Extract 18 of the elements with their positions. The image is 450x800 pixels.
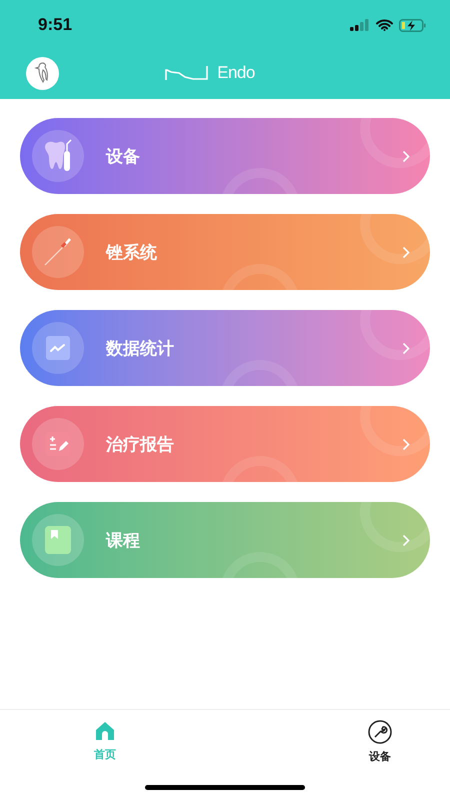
menu-card[interactable]: 设备 (20, 118, 430, 194)
avatar[interactable] (26, 56, 59, 90)
wifi-icon (376, 19, 393, 31)
wrench-circle-icon (368, 720, 392, 744)
menu-card[interactable]: 数据统计 (20, 310, 430, 386)
battery-charging-icon (399, 18, 426, 32)
menu-card[interactable]: 锉系统 (20, 214, 430, 290)
bookmark-book-icon (45, 526, 71, 554)
signal-icon (350, 19, 370, 31)
tab-bar-item[interactable]: 设备 (362, 710, 398, 770)
status-time: 9:51 (38, 15, 72, 35)
chart-icon (46, 336, 70, 360)
tab-bar-item[interactable]: 首页 (88, 710, 122, 770)
logo-text: Endo (217, 65, 255, 81)
endo-file-icon (42, 236, 74, 268)
menu-card[interactable]: 课程 (20, 502, 430, 578)
home-icon (94, 720, 116, 742)
menu-card[interactable]: 治疗报告 (20, 406, 430, 482)
